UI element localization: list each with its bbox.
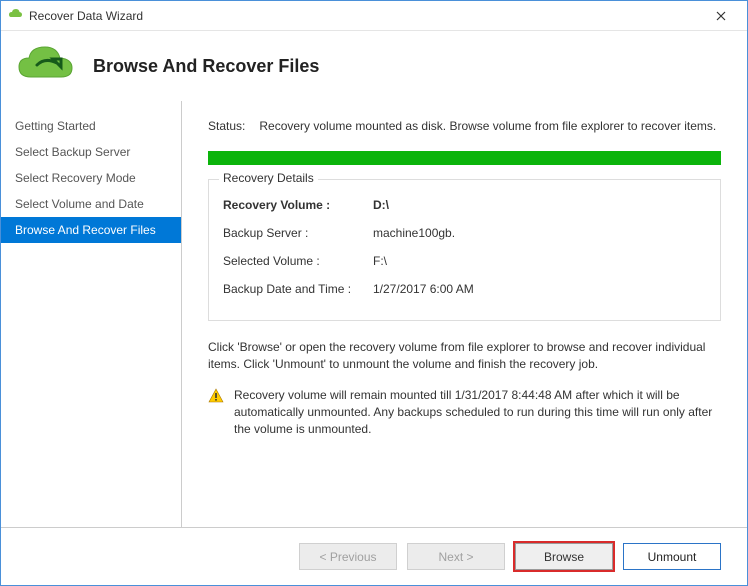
warning-icon xyxy=(208,387,224,439)
step-select-volume-and-date[interactable]: Select Volume and Date xyxy=(1,191,181,217)
detail-backup-server: Backup Server : machine100gb. xyxy=(223,226,706,240)
close-button[interactable] xyxy=(701,1,741,30)
status-row: Status: Recovery volume mounted as disk.… xyxy=(208,119,721,133)
step-select-backup-server[interactable]: Select Backup Server xyxy=(1,139,181,165)
wizard-header: Browse And Recover Files xyxy=(1,31,747,101)
wizard-footer: < Previous Next > Browse Unmount xyxy=(1,527,747,585)
status-text: Recovery volume mounted as disk. Browse … xyxy=(259,119,716,133)
status-label: Status: xyxy=(208,119,245,133)
window-title: Recover Data Wizard xyxy=(29,9,701,23)
unmount-button[interactable]: Unmount xyxy=(623,543,721,570)
progress-bar xyxy=(208,151,721,165)
previous-button: < Previous xyxy=(299,543,397,570)
next-button: Next > xyxy=(407,543,505,570)
cloud-logo-icon xyxy=(17,43,75,90)
app-icon xyxy=(7,6,23,25)
titlebar: Recover Data Wizard xyxy=(1,1,747,31)
detail-backup-date-time: Backup Date and Time : 1/27/2017 6:00 AM xyxy=(223,282,706,296)
detail-selected-volume: Selected Volume : F:\ xyxy=(223,254,706,268)
detail-recovery-volume: Recovery Volume : D:\ xyxy=(223,198,706,212)
page-title: Browse And Recover Files xyxy=(93,56,319,77)
main-panel: Status: Recovery volume mounted as disk.… xyxy=(181,101,747,527)
recovery-details-box: Recovery Details Recovery Volume : D:\ B… xyxy=(208,179,721,321)
step-getting-started[interactable]: Getting Started xyxy=(1,113,181,139)
warning-row: Recovery volume will remain mounted till… xyxy=(208,387,721,439)
step-browse-and-recover-files[interactable]: Browse And Recover Files xyxy=(1,217,181,243)
step-select-recovery-mode[interactable]: Select Recovery Mode xyxy=(1,165,181,191)
wizard-steps-sidebar: Getting Started Select Backup Server Sel… xyxy=(1,101,181,527)
instruction-text: Click 'Browse' or open the recovery volu… xyxy=(208,339,721,373)
browse-button[interactable]: Browse xyxy=(515,543,613,570)
warning-text: Recovery volume will remain mounted till… xyxy=(234,387,721,439)
details-legend: Recovery Details xyxy=(219,171,318,185)
